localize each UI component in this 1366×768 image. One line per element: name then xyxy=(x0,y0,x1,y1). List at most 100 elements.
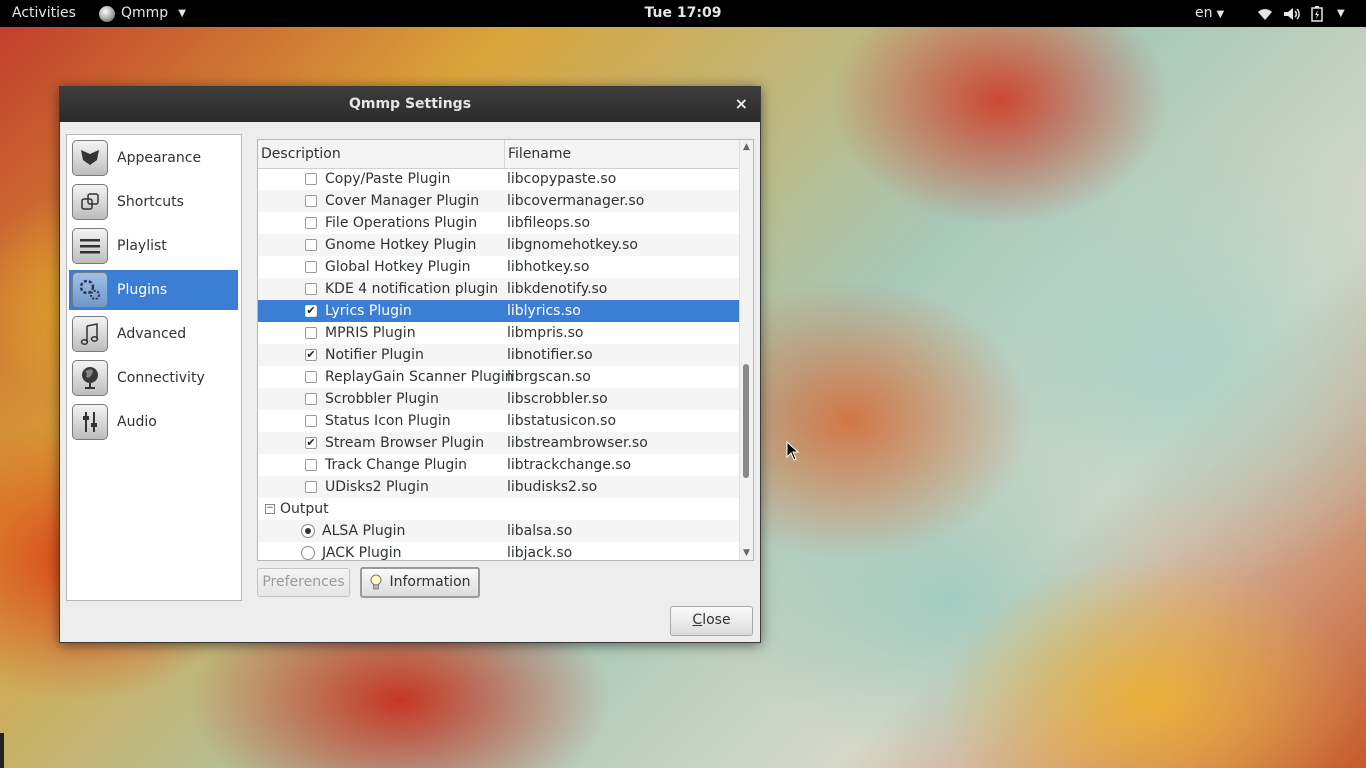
wifi-icon xyxy=(1258,8,1272,20)
plugin-checkbox[interactable] xyxy=(305,393,317,405)
butterfly-icon xyxy=(72,140,108,176)
plugin-checkbox[interactable] xyxy=(305,195,317,207)
plugin-row[interactable]: ✔ Stream Browser Plugin libstreambrowser.s… xyxy=(258,432,739,454)
plugin-description: Copy/Paste Plugin xyxy=(325,171,451,187)
plugin-description: Global Hotkey Plugin xyxy=(325,259,471,275)
plugin-description: Status Icon Plugin xyxy=(325,413,451,429)
plugin-row[interactable]: File Operations Plugin libfileops.so xyxy=(258,212,739,234)
scroll-up-arrow-icon[interactable]: ▲ xyxy=(740,140,753,154)
output-radio-selected[interactable] xyxy=(301,524,315,538)
column-header-filename[interactable]: Filename xyxy=(508,140,571,168)
plugin-filename: libgnomehotkey.so xyxy=(507,237,638,253)
plugin-checkbox-checked[interactable]: ✔ xyxy=(305,305,317,317)
plugin-description: Cover Manager Plugin xyxy=(325,193,480,209)
category-row-output[interactable]: − Output xyxy=(258,498,739,520)
language-label: en xyxy=(1195,5,1213,21)
plugin-row[interactable]: Cover Manager Plugin libcovermanager.so xyxy=(258,190,739,212)
plugin-filename: libstatusicon.so xyxy=(507,413,617,429)
plugin-row[interactable]: Track Change Plugin libtrackchange.so xyxy=(258,454,739,476)
sidebar-item-label: Appearance xyxy=(117,150,202,166)
plugin-filename: libtrackchange.so xyxy=(507,457,632,473)
scrollbar-thumb[interactable] xyxy=(743,364,749,478)
clock[interactable]: Tue 17:09 xyxy=(0,0,1366,27)
shortcuts-icon xyxy=(72,184,108,220)
mouse-pointer-icon xyxy=(786,441,800,461)
plugin-filename: libalsa.so xyxy=(507,523,573,539)
column-header-description[interactable]: Description xyxy=(261,140,505,168)
music-note-icon xyxy=(72,316,108,352)
plugin-checkbox[interactable] xyxy=(305,481,317,493)
plugin-row[interactable]: Status Icon Plugin libstatusicon.so xyxy=(258,410,739,432)
plugin-rows: Copy/Paste Plugin libcopypaste.so Cover M… xyxy=(258,168,739,561)
scroll-down-arrow-icon[interactable]: ▼ xyxy=(740,546,753,560)
sidebar-item-audio[interactable]: Audio xyxy=(69,402,238,442)
plugin-row[interactable]: Scrobbler Plugin libscrobbler.so xyxy=(258,388,739,410)
plugin-checkbox[interactable] xyxy=(305,239,317,251)
chevron-down-icon: ▼ xyxy=(1216,9,1225,20)
plugin-row[interactable]: UDisks2 Plugin libudisks2.so xyxy=(258,476,739,498)
playlist-icon xyxy=(72,228,108,264)
sidebar-item-advanced[interactable]: Advanced xyxy=(69,314,238,354)
radio-dot xyxy=(305,528,311,534)
plugin-checkbox[interactable] xyxy=(305,459,317,471)
sidebar-item-appearance[interactable]: Appearance xyxy=(69,138,238,178)
collapse-expander-icon[interactable]: − xyxy=(265,504,275,514)
category-label: Output xyxy=(280,501,329,517)
plugin-description: Stream Browser Plugin xyxy=(325,435,485,451)
settings-sidebar: Appearance Shortcuts Playlist Plugins Ad… xyxy=(66,134,242,601)
settings-dialog: Qmmp Settings × Appearance Shortcuts Pla… xyxy=(59,86,761,643)
dash-edge xyxy=(0,733,4,768)
plugin-description: Track Change Plugin xyxy=(325,457,467,473)
plugin-checkbox[interactable] xyxy=(305,415,317,427)
plugin-filename: libscrobbler.so xyxy=(507,391,608,407)
battery-icon xyxy=(1311,5,1323,22)
plugin-checkbox-checked[interactable]: ✔ xyxy=(305,349,317,361)
sidebar-item-plugins[interactable]: Plugins xyxy=(69,270,238,310)
plugin-row[interactable]: Global Hotkey Plugin libhotkey.so xyxy=(258,256,739,278)
plugin-checkbox[interactable] xyxy=(305,371,317,383)
plugin-filename: libmpris.so xyxy=(507,325,584,341)
plugins-tree: Description Filename Copy/Paste Plugin li… xyxy=(257,139,754,561)
output-radio[interactable] xyxy=(301,546,315,560)
close-icon[interactable]: × xyxy=(735,87,748,121)
dialog-titlebar[interactable]: Qmmp Settings × xyxy=(60,87,760,122)
plugin-checkbox[interactable] xyxy=(305,327,317,339)
plugin-filename: libcopypaste.so xyxy=(507,171,617,187)
sidebar-item-label: Connectivity xyxy=(117,370,205,386)
plugin-row[interactable]: Copy/Paste Plugin libcopypaste.so xyxy=(258,168,739,190)
equalizer-icon xyxy=(72,404,108,440)
tree-header: Description Filename xyxy=(258,140,739,169)
language-menu[interactable]: en ▼ xyxy=(1195,0,1224,27)
plugin-row[interactable]: ReplayGain Scanner Plugin librgscan.so xyxy=(258,366,739,388)
vertical-scrollbar[interactable]: ▲ ▼ xyxy=(739,140,753,560)
plugin-checkbox[interactable] xyxy=(305,283,317,295)
plugin-checkbox[interactable] xyxy=(305,217,317,229)
sidebar-item-connectivity[interactable]: Connectivity xyxy=(69,358,238,398)
plugin-checkbox-checked[interactable]: ✔ xyxy=(305,437,317,449)
plugin-checkbox[interactable] xyxy=(305,173,317,185)
plugin-checkbox[interactable] xyxy=(305,261,317,273)
sidebar-item-label: Plugins xyxy=(117,282,168,298)
information-button[interactable]: Information xyxy=(360,567,480,598)
output-plugin-row[interactable]: ALSA Plugin libalsa.so xyxy=(258,520,739,542)
sidebar-item-playlist[interactable]: Playlist xyxy=(69,226,238,266)
output-plugin-row[interactable]: JACK Plugin libjack.so xyxy=(258,542,739,561)
close-button[interactable]: Close xyxy=(670,606,753,636)
plugin-description: Lyrics Plugin xyxy=(325,303,412,319)
information-button-label: Information xyxy=(389,574,471,590)
preferences-button[interactable]: Preferences xyxy=(257,568,350,597)
lightbulb-icon xyxy=(370,574,382,589)
plugin-row[interactable]: ✔ Notifier Plugin libnotifier.so xyxy=(258,344,739,366)
plugin-description: File Operations Plugin xyxy=(325,215,478,231)
plugin-description: Gnome Hotkey Plugin xyxy=(325,237,477,253)
sidebar-item-label: Playlist xyxy=(117,238,167,254)
plugin-row-selected[interactable]: ✔ Lyrics Plugin liblyrics.so xyxy=(258,300,739,322)
chevron-down-icon: ▼ xyxy=(1337,8,1345,19)
plugin-description: MPRIS Plugin xyxy=(325,325,416,341)
sidebar-item-shortcuts[interactable]: Shortcuts xyxy=(69,182,238,222)
plugin-filename: libjack.so xyxy=(507,545,573,561)
plugin-row[interactable]: Gnome Hotkey Plugin libgnomehotkey.so xyxy=(258,234,739,256)
plugin-row[interactable]: KDE 4 notification plugin libkdenotify.so xyxy=(258,278,739,300)
plugin-row[interactable]: MPRIS Plugin libmpris.so xyxy=(258,322,739,344)
system-status-menu[interactable]: ▼ xyxy=(1257,0,1345,27)
